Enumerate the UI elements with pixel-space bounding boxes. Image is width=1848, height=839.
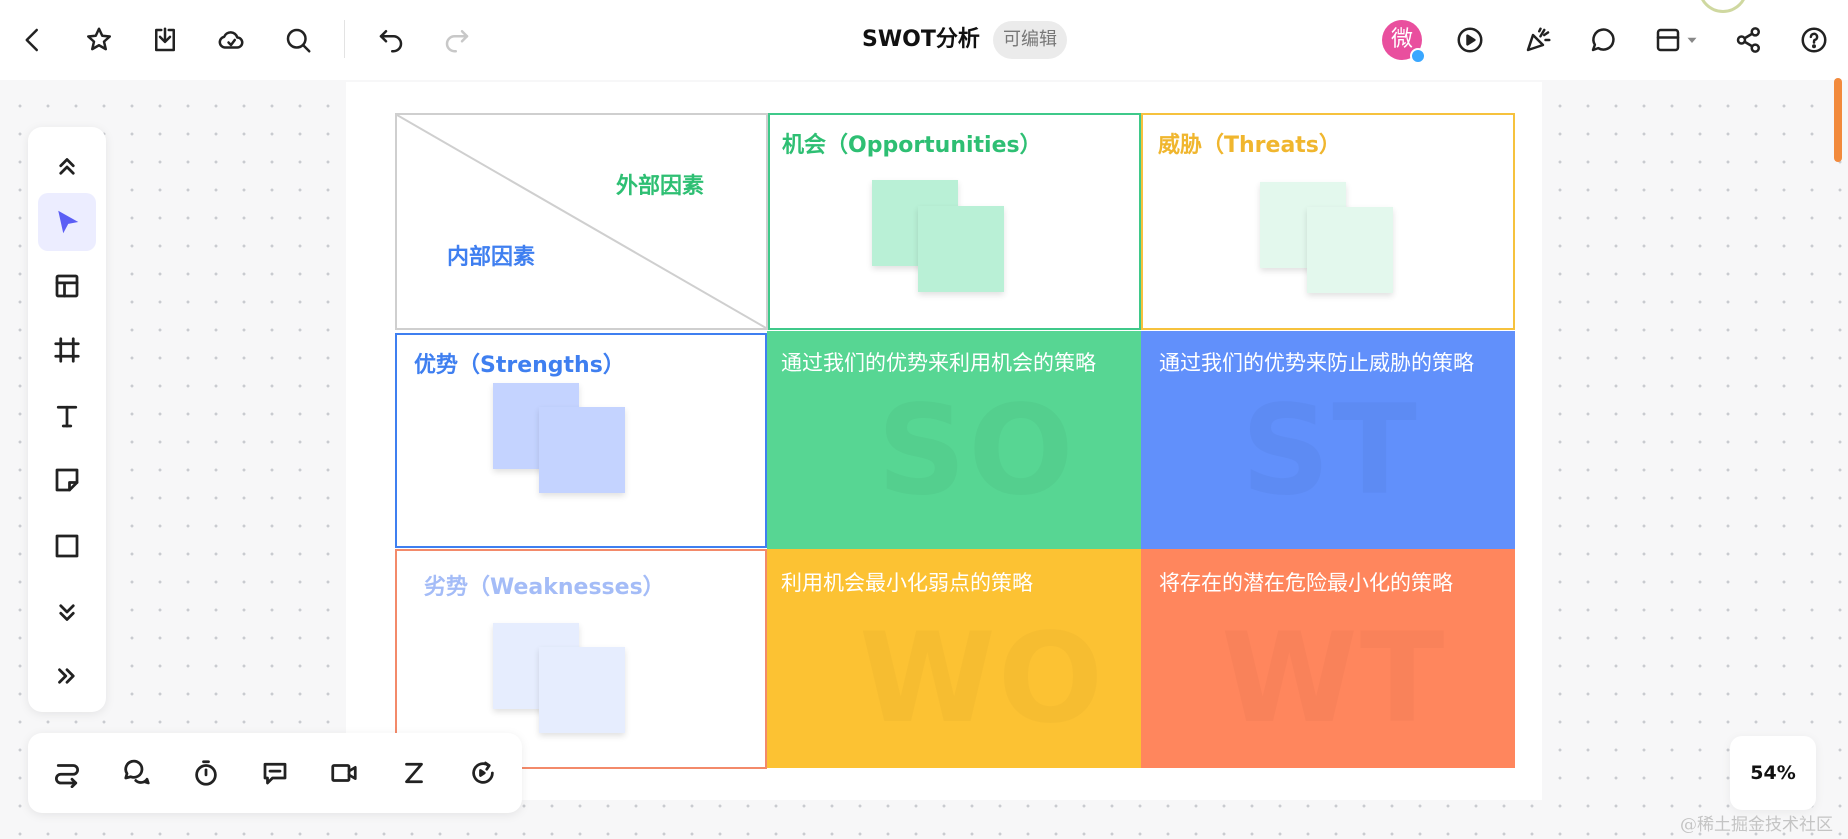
- video-icon[interactable]: [324, 753, 364, 793]
- threats-cell[interactable]: 威胁（Threats）: [1141, 113, 1515, 330]
- sticky-note[interactable]: [539, 407, 625, 493]
- opportunities-label: 机会（Opportunities）: [782, 133, 1042, 158]
- sync-icon[interactable]: [463, 753, 503, 793]
- timer-icon[interactable]: [186, 753, 226, 793]
- redo-icon[interactable]: [437, 20, 477, 60]
- threats-label: 威胁（Threats）: [1158, 133, 1341, 158]
- download-icon[interactable]: [145, 20, 185, 60]
- play-icon[interactable]: [1450, 20, 1490, 60]
- cloud-icon[interactable]: [211, 20, 251, 60]
- comment-icon[interactable]: [1583, 20, 1623, 60]
- chat-icon[interactable]: [117, 753, 157, 793]
- wo-watermark: WO: [859, 607, 1105, 751]
- search-icon[interactable]: [278, 20, 318, 60]
- wt-strategy-cell[interactable]: 将存在的潜在危险最小化的策略 WT: [1141, 549, 1515, 768]
- sticky-note[interactable]: [918, 206, 1004, 292]
- wt-strategy-text: 将存在的潜在危险最小化的策略: [1159, 571, 1453, 595]
- sticky-note[interactable]: [1307, 207, 1393, 293]
- frame-icon[interactable]: [38, 321, 96, 379]
- bottom-tool-panel: [28, 733, 522, 813]
- left-tool-panel: [28, 127, 106, 712]
- z-icon[interactable]: [394, 753, 434, 793]
- message-icon[interactable]: [255, 753, 295, 793]
- text-icon[interactable]: [38, 387, 96, 445]
- factors-header-cell[interactable]: 外部因素 内部因素: [395, 113, 768, 330]
- vertical-scrollbar[interactable]: [1834, 78, 1842, 162]
- toolbar-divider: [344, 20, 345, 58]
- st-watermark: ST: [1241, 379, 1419, 523]
- opportunities-cell[interactable]: 机会（Opportunities）: [768, 113, 1141, 330]
- st-strategy-text: 通过我们的优势来防止威胁的策略: [1159, 351, 1474, 375]
- so-strategy-text: 通过我们的优势来利用机会的策略: [781, 351, 1096, 375]
- wo-strategy-cell[interactable]: 利用机会最小化弱点的策略 WO: [767, 549, 1141, 768]
- celebrate-icon[interactable]: [1518, 20, 1558, 60]
- share-icon[interactable]: [1729, 20, 1769, 60]
- top-floating-chip-circle: [1698, 0, 1748, 13]
- sticky-note-icon[interactable]: [38, 451, 96, 509]
- weaknesses-label: 劣势（Weaknesses）: [424, 575, 665, 600]
- so-strategy-cell[interactable]: 通过我们的优势来利用机会的策略 SO: [767, 331, 1141, 549]
- online-status-dot: [1410, 48, 1426, 64]
- undo-icon[interactable]: [371, 20, 411, 60]
- star-icon[interactable]: [79, 20, 119, 60]
- strengths-cell[interactable]: 优势（Strengths）: [395, 333, 767, 548]
- rectangle-icon[interactable]: [38, 517, 96, 575]
- top-bar: SWOT分析 可编辑 微: [0, 0, 1848, 80]
- expand-right-icon[interactable]: [38, 647, 96, 705]
- sticky-note[interactable]: [539, 647, 625, 733]
- st-strategy-cell[interactable]: 通过我们的优势来防止威胁的策略 ST: [1141, 331, 1515, 549]
- strengths-label: 优势（Strengths）: [414, 353, 625, 378]
- zoom-level[interactable]: 54%: [1730, 736, 1816, 810]
- document-title[interactable]: SWOT分析: [862, 24, 980, 56]
- external-factors-label: 外部因素: [616, 174, 705, 199]
- back-icon[interactable]: [13, 20, 53, 60]
- diagonal-line: [397, 115, 766, 328]
- more-down-icon[interactable]: [38, 583, 96, 641]
- flow-icon[interactable]: [47, 753, 87, 793]
- editable-badge: 可编辑: [993, 21, 1067, 59]
- wo-strategy-text: 利用机会最小化弱点的策略: [781, 571, 1033, 595]
- so-watermark: SO: [877, 379, 1076, 523]
- table-icon[interactable]: [38, 257, 96, 315]
- collapse-up-icon[interactable]: [38, 138, 96, 196]
- pointer-icon[interactable]: [38, 193, 96, 251]
- internal-factors-label: 内部因素: [447, 245, 536, 270]
- chevron-down-icon[interactable]: [1680, 20, 1704, 60]
- wt-watermark: WT: [1221, 607, 1446, 751]
- site-watermark: @稀土掘金技术社区: [1680, 815, 1833, 835]
- help-icon[interactable]: [1794, 20, 1834, 60]
